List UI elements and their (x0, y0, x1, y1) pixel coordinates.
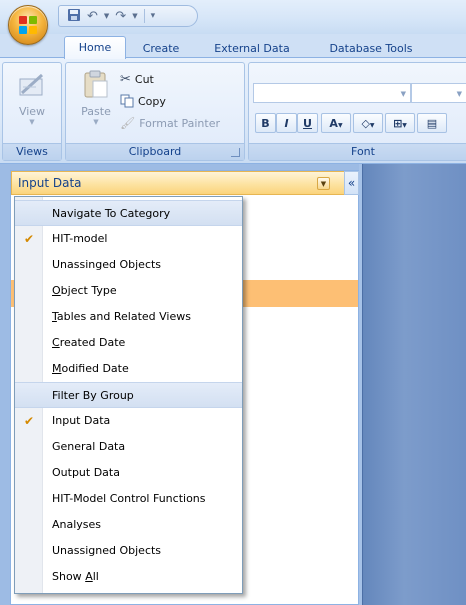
view-button[interactable]: View ▼ (11, 69, 53, 126)
cut-label: Cut (134, 72, 154, 86)
views-group-label: Views (3, 143, 61, 160)
gridlines-button[interactable]: ⊞▼ (385, 113, 415, 133)
chevron-down-icon: ▼ (456, 90, 462, 98)
checkmark-icon: ✔ (23, 232, 35, 246)
menu-header-label: Navigate To Category (52, 207, 171, 220)
cut-button[interactable]: ✂ Cut (120, 69, 154, 89)
font-size-combo[interactable]: ▼ (411, 83, 466, 103)
font-color-button[interactable]: A▼ (321, 113, 351, 133)
tab-external-data[interactable]: External Data (198, 39, 306, 58)
view-label: View (18, 105, 46, 118)
title-bar: ↶ ▼ ↷ ▼ ▾ (0, 0, 466, 45)
double-chevron-left-icon: « (347, 176, 356, 190)
copy-label: Copy (138, 94, 166, 108)
navigation-dropdown-menu: Navigate To Category Filter By Group ✔ HI… (14, 196, 243, 594)
menu-item-label: Show All (52, 570, 99, 583)
navigation-pane-title: Input Data (18, 176, 82, 190)
office-logo-icon (19, 16, 39, 36)
tab-create[interactable]: Create (134, 39, 188, 58)
menu-item-hit-model-control-functions[interactable]: HIT-Model Control Functions (15, 486, 242, 512)
menu-item-show-all[interactable]: Show All (15, 564, 242, 590)
italic-button[interactable]: I (276, 113, 297, 133)
font-name-combo[interactable]: ▼ (253, 83, 411, 103)
chevron-down-icon: ▼ (93, 118, 99, 126)
view-icon (19, 73, 44, 96)
quick-access-toolbar: ↶ ▼ ↷ ▼ ▾ (58, 5, 198, 27)
redo-icon[interactable]: ↷ (115, 10, 126, 23)
menu-item-label: Output Data (52, 466, 120, 479)
paste-button[interactable]: Paste ▼ (76, 69, 116, 126)
menu-item-label: HIT-Model Control Functions (52, 492, 206, 505)
menu-item-unassigned-objects[interactable]: Unassigned Objects (15, 538, 242, 564)
menu-item-label: Unassigned Objects (52, 544, 162, 557)
dialog-launcher-icon[interactable] (231, 148, 240, 157)
menu-item-analyses[interactable]: Analyses (15, 512, 242, 538)
format-painter-button[interactable]: 🖌 Format Painter (120, 113, 220, 133)
tab-database-tools[interactable]: Database Tools (316, 39, 426, 58)
menu-item-hit-model[interactable]: ✔ HIT-model (15, 226, 242, 252)
menu-item-label: HIT-model (52, 232, 108, 245)
paste-label: Paste (81, 105, 111, 118)
ribbon: View ▼ Views Paste ▼ ✂ Cut Copy 🖌 Format… (0, 57, 466, 164)
office-button[interactable] (8, 5, 48, 45)
clipboard-group-label: Clipboard (66, 143, 244, 160)
menu-header-label: Filter By Group (52, 389, 134, 402)
paste-icon (84, 70, 108, 98)
navigation-pane-header[interactable]: Input Data ▼ (11, 171, 344, 195)
fill-color-button[interactable]: ◇▼ (353, 113, 383, 133)
checkmark-icon: ✔ (23, 414, 35, 428)
undo-dropdown-icon[interactable]: ▼ (104, 12, 109, 20)
menu-item-label: Created Date (52, 336, 126, 349)
format-painter-label: Format Painter (139, 116, 221, 130)
chevron-down-icon: ▼ (400, 90, 406, 98)
views-group: View ▼ Views (2, 62, 62, 161)
undo-icon[interactable]: ↶ (87, 10, 98, 23)
scissors-icon: ✂ (120, 71, 131, 87)
tab-home[interactable]: Home (64, 36, 126, 59)
menu-item-label: Analyses (52, 518, 102, 531)
menu-header-filter-by-group: Filter By Group (15, 382, 242, 408)
menu-header-navigate-to-category: Navigate To Category (15, 200, 242, 226)
menu-item-output-data[interactable]: Output Data (15, 460, 242, 486)
shutter-bar-close-button[interactable]: « (344, 171, 359, 195)
menu-item-created-date[interactable]: Created Date (15, 330, 242, 356)
ribbon-tabs: Home Create External Data Database Tools (0, 34, 466, 59)
menu-item-object-type[interactable]: Object Type (15, 278, 242, 304)
menu-item-label: Unassinged Objects (52, 258, 162, 271)
copy-button[interactable]: Copy (120, 91, 166, 111)
menu-item-label: General Data (52, 440, 126, 453)
document-workspace (362, 164, 466, 605)
menu-item-label: Input Data (52, 414, 111, 427)
menu-item-modified-date[interactable]: Modified Date (15, 356, 242, 382)
customize-qat-icon[interactable]: ▾ (151, 11, 156, 21)
chevron-down-icon[interactable]: ▼ (317, 177, 330, 190)
menu-item-label: Object Type (52, 284, 117, 297)
redo-dropdown-icon[interactable]: ▼ (132, 12, 137, 20)
menu-item-unassinged-objects[interactable]: Unassinged Objects (15, 252, 242, 278)
menu-item-general-data[interactable]: General Data (15, 434, 242, 460)
copy-icon (120, 94, 134, 108)
menu-item-input-data[interactable]: ✔ Input Data (15, 408, 242, 434)
font-group: ▼ ▼ B I U A▼ ◇▼ ⊞▼ ▤ Font (248, 62, 466, 161)
menu-item-label: Modified Date (52, 362, 129, 375)
menu-item-tables-and-related-views[interactable]: Tables and Related Views (15, 304, 242, 330)
menu-item-label: Tables and Related Views (52, 310, 191, 323)
font-group-label: Font (249, 143, 466, 160)
underline-button[interactable]: U (297, 113, 318, 133)
bold-button[interactable]: B (255, 113, 276, 133)
clipboard-group: Paste ▼ ✂ Cut Copy 🖌 Format Painter Clip… (65, 62, 245, 161)
qat-separator (143, 9, 145, 23)
save-icon[interactable] (67, 8, 81, 25)
brush-icon: 🖌 (120, 116, 136, 130)
chevron-down-icon: ▼ (29, 118, 35, 126)
alternate-fill-button[interactable]: ▤ (417, 113, 447, 133)
